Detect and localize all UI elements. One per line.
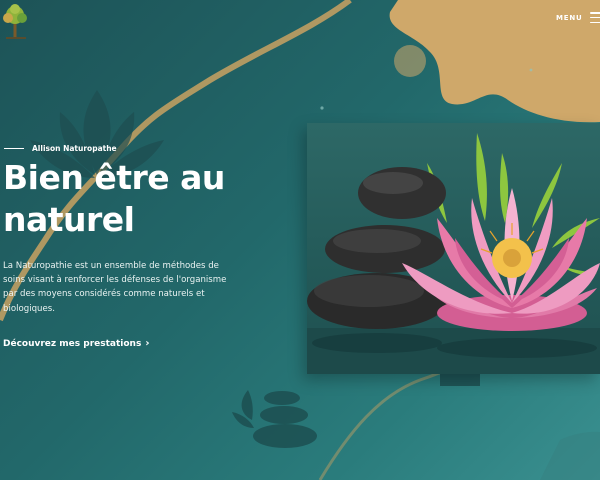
photo-illustration [307,133,600,374]
hamburger-icon [589,12,600,23]
chevron-right-icon: › [145,338,150,349]
eyebrow: Allison Naturopathe [4,144,117,153]
logo[interactable] [0,2,32,42]
prestations-link[interactable]: Découvrez mes prestations › [3,338,149,349]
stones-watermark-icon [232,390,317,448]
zen-stones-and-lotus-photo [307,123,600,374]
hero-description: La Naturopathie est un ensemble de métho… [3,261,227,314]
hero-title-line1: Bien être au [3,158,225,197]
hero-title: Bien être au naturel [3,157,303,241]
tree-logo-icon [3,4,27,39]
prestations-link-label: Découvrez mes prestations [3,338,142,349]
gold-circle-decor [394,45,426,77]
stone-stack [307,167,447,329]
eyebrow-text: Allison Naturopathe [32,144,117,153]
eyebrow-divider [4,147,24,150]
hero-title-line2: naturel [3,200,135,239]
menu-button[interactable]: MENU [556,12,600,23]
menu-label: MENU [556,13,583,22]
